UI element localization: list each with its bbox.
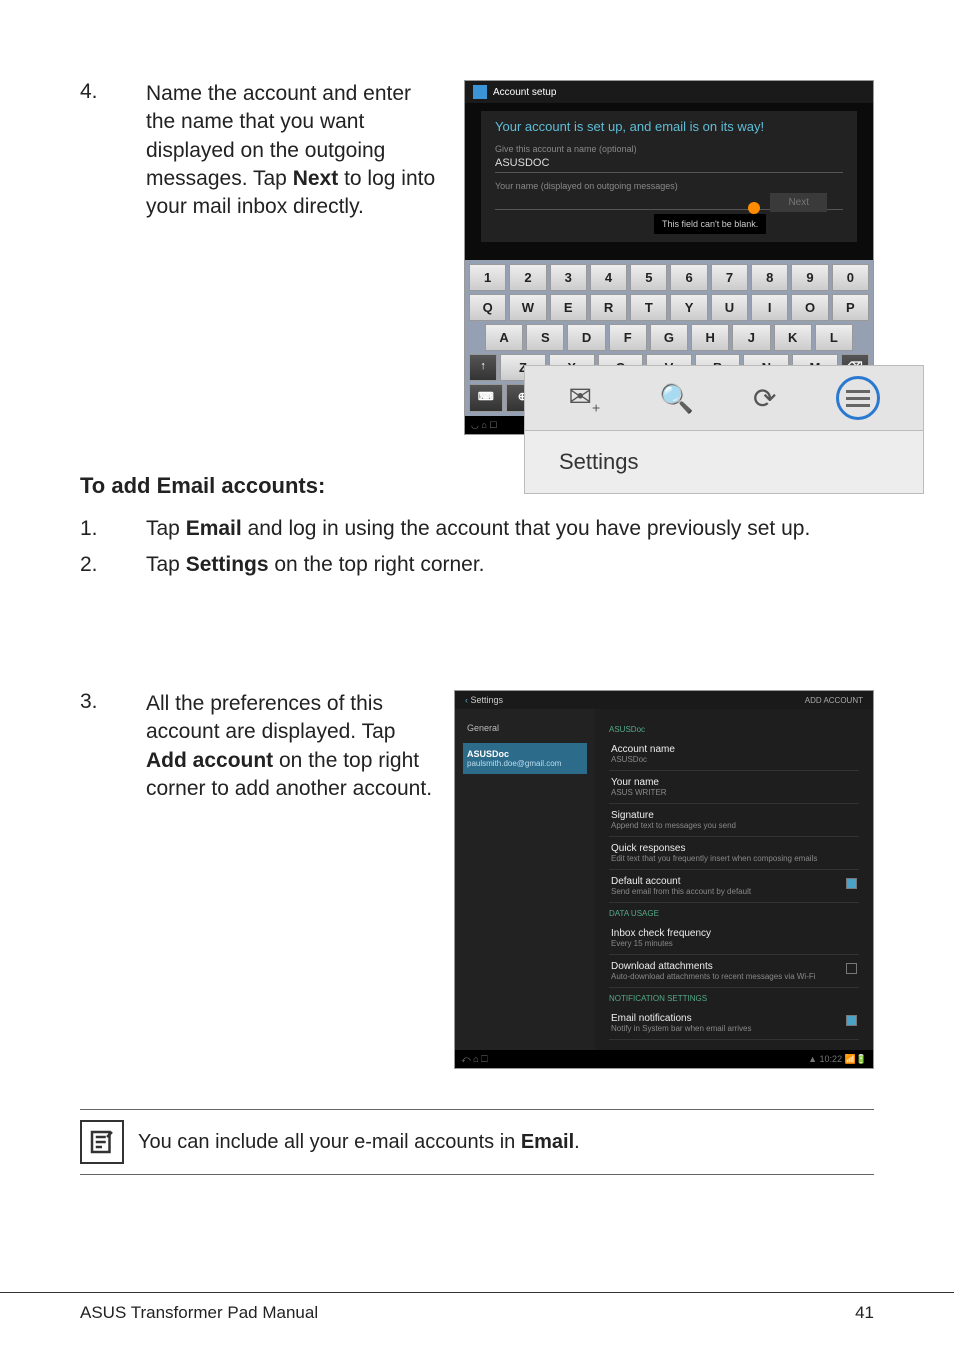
note-box: You can include all your e-mail accounts…: [80, 1109, 874, 1175]
add-account-button[interactable]: ADD ACCOUNT: [805, 696, 863, 705]
menu-item-settings[interactable]: Settings: [524, 431, 924, 494]
step4-text: Name the account and enter the name that…: [146, 80, 446, 222]
pref-quick-responses[interactable]: Quick responsesEdit text that you freque…: [609, 837, 859, 870]
sidebar-acct-name: ASUSDoc: [467, 749, 583, 759]
key-t[interactable]: T: [630, 294, 667, 321]
key-q[interactable]: Q: [469, 294, 506, 321]
key-a[interactable]: A: [485, 324, 523, 351]
key-r[interactable]: R: [590, 294, 627, 321]
step-number: 4.: [80, 80, 128, 104]
key-2[interactable]: 2: [509, 264, 546, 291]
step3-num: 3.: [80, 690, 128, 714]
key-k[interactable]: K: [774, 324, 812, 351]
key-0[interactable]: 0: [832, 264, 869, 291]
key-i[interactable]: I: [751, 294, 788, 321]
pref-inbox-freq[interactable]: Inbox check frequencyEvery 15 minutes: [609, 922, 859, 955]
key-h[interactable]: H: [691, 324, 729, 351]
key-f[interactable]: F: [609, 324, 647, 351]
menu-icon[interactable]: [836, 376, 880, 420]
nav-icons[interactable]: ◡ ⌂ ☐: [471, 420, 497, 431]
group-data: DATA USAGE: [609, 909, 859, 918]
key-3[interactable]: 3: [550, 264, 587, 291]
step3-text: All the preferences of this account are …: [146, 690, 436, 803]
key-o[interactable]: O: [791, 294, 828, 321]
note-icon: [80, 1120, 124, 1164]
key-ime[interactable]: ⌨: [469, 384, 503, 412]
screenshot-settings: ‹ Settings ADD ACCOUNT General ASUSDoc p…: [454, 690, 874, 1069]
key-e[interactable]: E: [550, 294, 587, 321]
step2-num: 2.: [80, 549, 128, 581]
setup-headline: Your account is set up, and email is on …: [495, 119, 843, 134]
key-w[interactable]: W: [509, 294, 546, 321]
sidebar-item-general[interactable]: General: [463, 717, 587, 739]
refresh-icon[interactable]: ⟳: [753, 382, 776, 415]
search-icon[interactable]: 🔍: [659, 382, 694, 415]
note-text: You can include all your e-mail accounts…: [138, 1131, 580, 1154]
nav-icons[interactable]: ⤺ ⌂ ☐: [461, 1054, 488, 1065]
compose-icon[interactable]: ✉+: [569, 380, 601, 416]
error-tooltip: This field can't be blank.: [654, 214, 766, 234]
checkbox-icon[interactable]: [846, 963, 857, 974]
key-4[interactable]: 4: [590, 264, 627, 291]
key-1[interactable]: 1: [469, 264, 506, 291]
sidebar-acct-mail: paulsmith.doe@gmail.com: [467, 759, 583, 768]
key-l[interactable]: L: [815, 324, 853, 351]
key-j[interactable]: J: [732, 324, 770, 351]
key-u[interactable]: U: [711, 294, 748, 321]
acct-name-label: Give this account a name (optional): [495, 144, 843, 154]
settings-title: Settings: [471, 695, 504, 705]
key-d[interactable]: D: [567, 324, 605, 351]
screenshot-toolbar: ✉+ 🔍 ⟳ Settings: [524, 365, 924, 494]
key-p[interactable]: P: [832, 294, 869, 321]
key-shift[interactable]: ↑: [469, 354, 497, 381]
footer-title: ASUS Transformer Pad Manual: [80, 1303, 318, 1323]
page-number: 41: [855, 1303, 874, 1323]
key-8[interactable]: 8: [751, 264, 788, 291]
key-y[interactable]: Y: [670, 294, 707, 321]
checkbox-icon[interactable]: [846, 878, 857, 889]
group-account: ASUSDoc: [609, 725, 859, 734]
pref-download-attach[interactable]: Download attachmentsAuto-download attach…: [609, 955, 859, 988]
key-9[interactable]: 9: [791, 264, 828, 291]
step1-text: Tap Email and log in using the account t…: [146, 513, 810, 545]
your-name-label: Your name (displayed on outgoing message…: [495, 181, 843, 191]
key-5[interactable]: 5: [630, 264, 667, 291]
key-7[interactable]: 7: [711, 264, 748, 291]
pref-account-name[interactable]: Account nameASUSDoc: [609, 738, 859, 771]
pref-default-account[interactable]: Default accountSend email from this acco…: [609, 870, 859, 903]
step2-text: Tap Settings on the top right corner.: [146, 549, 485, 581]
setup-title: Account setup: [493, 87, 556, 98]
pref-email-notif[interactable]: Email notificationsNotify in System bar …: [609, 1007, 859, 1040]
next-button[interactable]: Next: [770, 193, 827, 212]
key-6[interactable]: 6: [670, 264, 707, 291]
step1-num: 1.: [80, 513, 128, 545]
key-g[interactable]: G: [650, 324, 688, 351]
pref-signature[interactable]: SignatureAppend text to messages you sen…: [609, 804, 859, 837]
checkbox-icon[interactable]: [846, 1015, 857, 1026]
status-clock: ▲ 10:22 📶🔋: [808, 1054, 867, 1065]
step4-bold: Next: [293, 167, 339, 190]
mail-app-icon: [473, 85, 487, 99]
key-s[interactable]: S: [526, 324, 564, 351]
pref-your-name[interactable]: Your nameASUS WRITER: [609, 771, 859, 804]
acct-name-input[interactable]: ASUSDOC: [495, 154, 843, 173]
sidebar-item-account[interactable]: ASUSDoc paulsmith.doe@gmail.com: [463, 743, 587, 774]
group-notif: NOTIFICATION SETTINGS: [609, 994, 859, 1003]
